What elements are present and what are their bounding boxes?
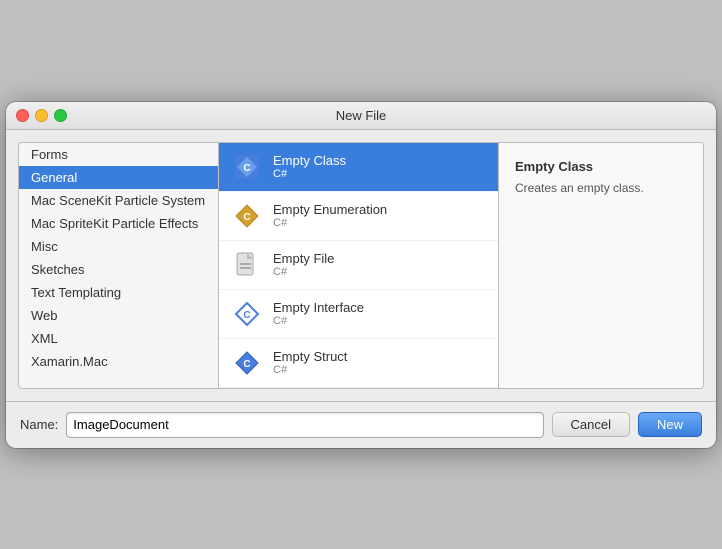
- file-name: Empty File: [273, 251, 334, 266]
- file-sub: C#: [273, 266, 334, 278]
- file-name: Empty Enumeration: [273, 202, 387, 217]
- file-sub: C#: [273, 217, 387, 229]
- file-name: Empty Struct: [273, 349, 347, 364]
- file-sub: C#: [273, 168, 346, 180]
- file-item-empty-class[interactable]: C Empty ClassC#: [219, 143, 498, 192]
- new-button[interactable]: New: [638, 412, 702, 437]
- file-item-empty-enumeration[interactable]: C Empty EnumerationC#: [219, 192, 498, 241]
- titlebar: New File: [6, 102, 716, 130]
- sidebar-item-xamarin-mac[interactable]: Xamarin.Mac: [19, 350, 218, 373]
- window-title: New File: [336, 108, 387, 123]
- sidebar-item-text-templating[interactable]: Text Templating: [19, 281, 218, 304]
- sidebar-item-mac-scenekit[interactable]: Mac SceneKit Particle System: [19, 189, 218, 212]
- file-sub: C#: [273, 364, 347, 376]
- panels: FormsGeneralMac SceneKit Particle System…: [18, 142, 704, 389]
- sidebar-item-general[interactable]: General: [19, 166, 218, 189]
- detail-title: Empty Class: [515, 159, 687, 174]
- sidebar-item-forms[interactable]: Forms: [19, 143, 218, 166]
- svg-text:C: C: [243, 212, 250, 223]
- file-list: CEmpty ClassC#CEmpty EnumerationC#Empty …: [219, 143, 499, 388]
- cancel-button[interactable]: Cancel: [552, 412, 630, 437]
- sidebar-item-mac-spritekit[interactable]: Mac SpriteKit Particle Effects: [19, 212, 218, 235]
- sidebar-item-sketches[interactable]: Sketches: [19, 258, 218, 281]
- maximize-button[interactable]: [54, 109, 67, 122]
- file-icon-empty-file: [231, 249, 263, 281]
- svg-text:C: C: [243, 359, 250, 370]
- close-button[interactable]: [16, 109, 29, 122]
- file-icon-empty-class: C: [231, 151, 263, 183]
- svg-text:C: C: [243, 163, 250, 174]
- traffic-lights: [16, 109, 67, 122]
- sidebar-item-web[interactable]: Web: [19, 304, 218, 327]
- file-item-empty-file[interactable]: Empty FileC#: [219, 241, 498, 290]
- file-icon-empty-interface: C: [231, 298, 263, 330]
- main-content: FormsGeneralMac SceneKit Particle System…: [6, 130, 716, 401]
- detail-panel: Empty Class Creates an empty class.: [499, 143, 703, 388]
- minimize-button[interactable]: [35, 109, 48, 122]
- button-group: Cancel New: [552, 412, 702, 437]
- file-name: Empty Interface: [273, 300, 364, 315]
- bottom-bar: Name: Cancel New: [6, 401, 716, 448]
- name-input[interactable]: [66, 412, 543, 438]
- sidebar: FormsGeneralMac SceneKit Particle System…: [19, 143, 219, 388]
- file-name: Empty Class: [273, 153, 346, 168]
- file-item-empty-struct[interactable]: C Empty StructC#: [219, 339, 498, 388]
- file-sub: C#: [273, 315, 364, 327]
- detail-description: Creates an empty class.: [515, 180, 687, 197]
- sidebar-item-xml[interactable]: XML: [19, 327, 218, 350]
- file-item-empty-interface[interactable]: C Empty InterfaceC#: [219, 290, 498, 339]
- svg-text:C: C: [243, 310, 250, 321]
- file-icon-empty-struct: C: [231, 347, 263, 379]
- file-icon-empty-enumeration: C: [231, 200, 263, 232]
- name-label: Name:: [20, 417, 58, 432]
- new-file-window: New File FormsGeneralMac SceneKit Partic…: [6, 102, 716, 448]
- sidebar-item-misc[interactable]: Misc: [19, 235, 218, 258]
